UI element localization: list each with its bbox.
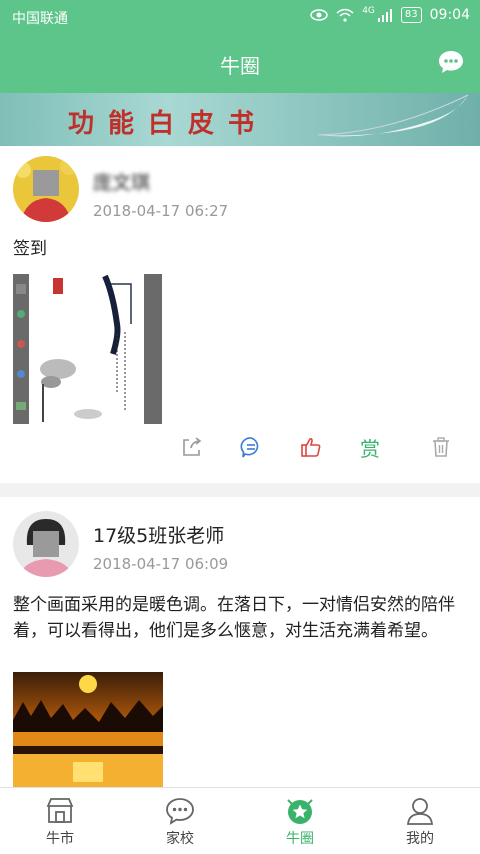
status-time: 09:04	[429, 7, 470, 23]
signal-icon	[377, 9, 392, 22]
tab-circle[interactable]: 牛圈	[240, 788, 360, 854]
chat-bubble-icon	[166, 798, 194, 825]
post-image[interactable]	[13, 672, 163, 787]
chat-button[interactable]	[438, 49, 464, 79]
post-card: 17级5班张老师 2018-04-17 06:09 整个画面采用的是暖色调。在落…	[0, 497, 480, 787]
delete-button[interactable]	[428, 434, 454, 460]
title-bar: 牛圈	[0, 32, 480, 93]
page-title: 牛圈	[220, 54, 260, 78]
banner-text: 功能白皮书	[68, 109, 269, 139]
tab-label: 我的	[406, 831, 434, 847]
comment-icon	[240, 437, 259, 458]
wifi-icon	[336, 8, 354, 22]
avatar[interactable]	[13, 511, 79, 577]
trash-icon	[433, 437, 449, 457]
share-button[interactable]	[179, 434, 205, 460]
tab-mine[interactable]: 我的	[360, 788, 480, 854]
post-time: 2018-04-17 06:09	[93, 555, 229, 573]
bull-star-icon	[287, 799, 313, 824]
post-time: 2018-04-17 06:27	[93, 202, 229, 220]
tab-label: 牛圈	[286, 831, 314, 847]
status-icons: 4G 83 09:04	[310, 6, 470, 23]
author-name: 17级5班张老师	[93, 525, 225, 547]
avatar[interactable]	[13, 156, 79, 222]
whitepaper-banner[interactable]: 功能白皮书	[0, 93, 480, 146]
store-icon	[46, 798, 74, 823]
user-icon	[407, 798, 433, 825]
post-card: 庞文琪 2018-04-17 06:27 签到 赏	[0, 146, 480, 483]
post-actions: 赏	[0, 434, 480, 461]
tab-label: 牛市	[46, 831, 74, 847]
bottom-tab-bar: 牛市 家校 牛圈 我的	[0, 787, 480, 854]
post-content: 签到	[13, 239, 47, 259]
comment-button[interactable]	[238, 434, 264, 460]
post-content: 整个画面采用的是暖色调。在落日下，一对情侣安然的陪伴着，可以看得出，他们是多么惬…	[13, 595, 455, 641]
author-name: 庞文琪	[93, 172, 151, 194]
chat-bubble-icon	[439, 51, 463, 73]
network-type: 4G	[362, 6, 375, 16]
carrier-label: 中国联通	[12, 11, 68, 27]
feather-icon	[317, 94, 469, 137]
thumbs-up-icon	[301, 437, 321, 457]
tab-home-school[interactable]: 家校	[120, 788, 240, 854]
tab-market[interactable]: 牛市	[0, 788, 120, 854]
like-button[interactable]	[298, 434, 324, 460]
reward-label: 赏	[360, 436, 380, 461]
post-image[interactable]	[13, 274, 162, 424]
reward-button[interactable]: 赏	[357, 434, 383, 461]
status-bar: 中国联通 4G 83 09:04	[0, 0, 480, 32]
tab-label: 家校	[166, 831, 194, 847]
battery-indicator: 83	[400, 7, 422, 23]
share-icon	[183, 437, 202, 456]
eye-icon	[310, 9, 328, 21]
